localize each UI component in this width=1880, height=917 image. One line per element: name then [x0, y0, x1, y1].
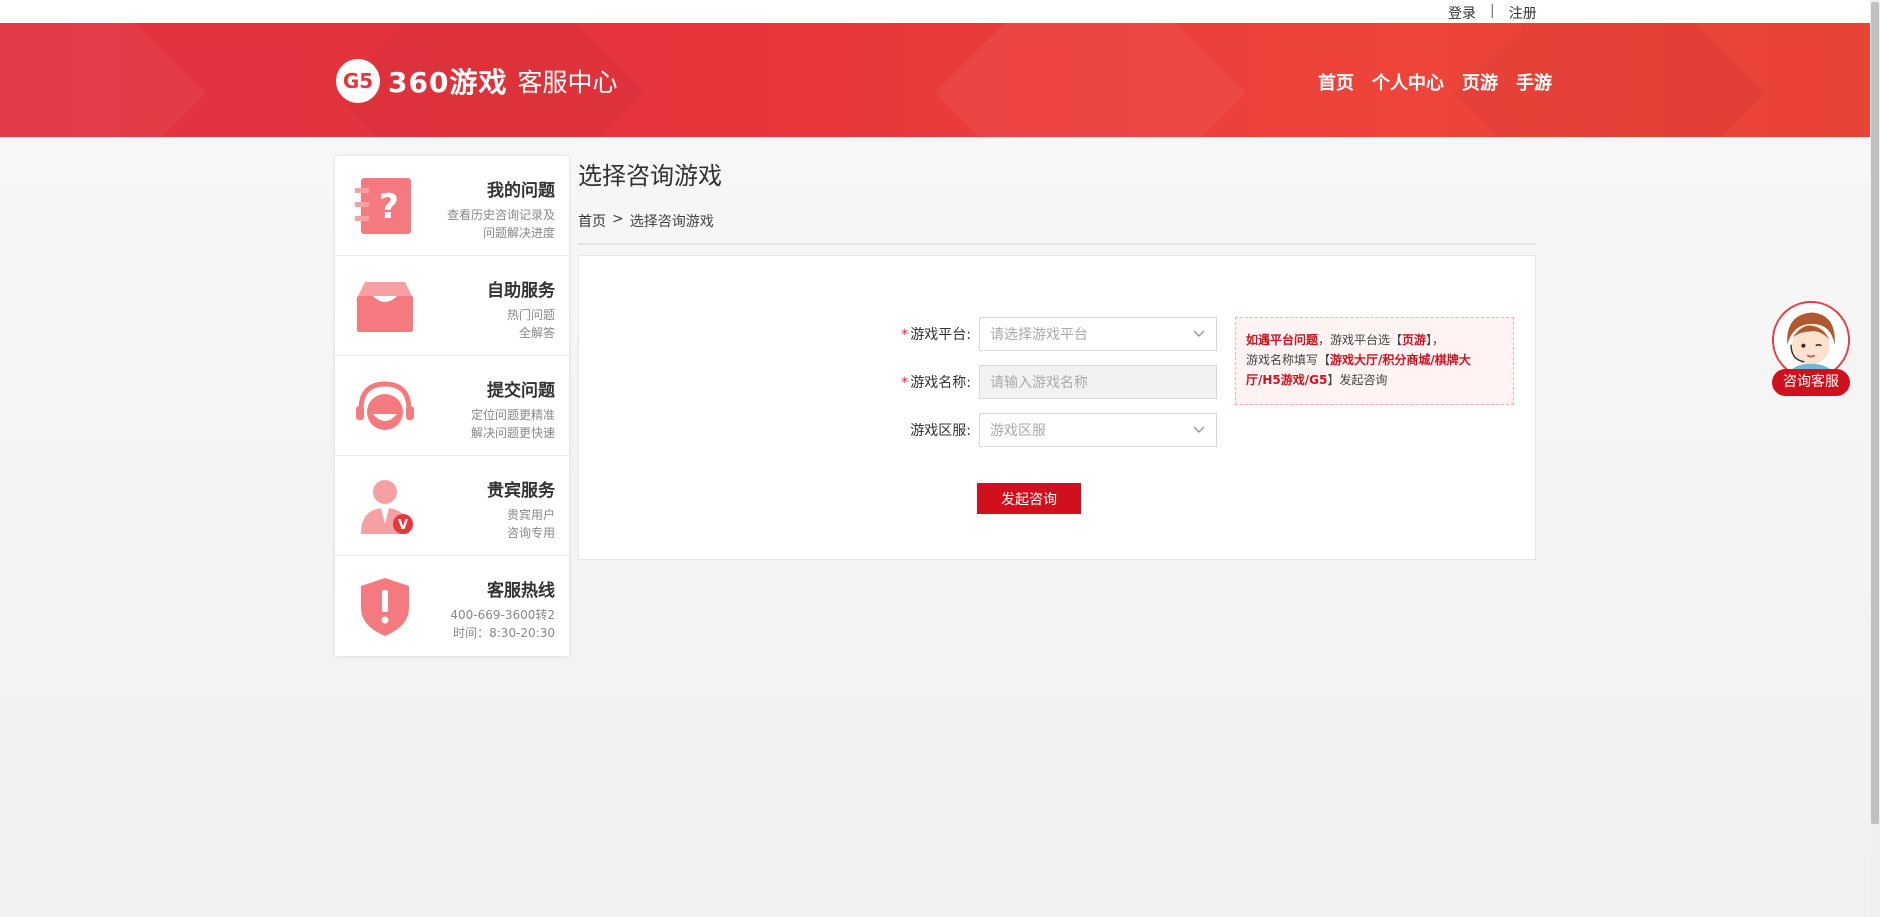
logo-brand: 360游戏: [388, 66, 508, 99]
main-content: 选择咨询游戏 首页 > 选择咨询游戏 * 游戏平台: 请选择游戏平台 * 游戏名称:…: [578, 156, 1536, 560]
headset-icon: [356, 381, 414, 430]
game-name-input[interactable]: 请输入游戏名称: [979, 365, 1217, 399]
server-select-placeholder: 游戏区服: [990, 423, 1046, 439]
nav-mobile-games[interactable]: 手游: [1516, 69, 1552, 95]
sidebar-item-desc: 定位问题更精准 解决问题更快速: [471, 406, 555, 442]
tip-text: ，游戏平台选【: [1318, 333, 1403, 347]
sidebar-item-desc-line: 解决问题更快速: [470, 426, 555, 440]
tip-highlight: 如遇平台问题: [1246, 333, 1319, 347]
divider: [578, 243, 1536, 245]
vip-user-icon: V: [361, 480, 413, 534]
game-name-label-text: 游戏名称:: [910, 375, 971, 391]
consult-service-button[interactable]: 咨询客服: [1772, 369, 1850, 396]
nav-web-games[interactable]: 页游: [1462, 69, 1498, 95]
tip-text: 】，: [1426, 333, 1445, 347]
sidebar-item-vip-service[interactable]: V 贵宾服务 贵宾用户 咨询专用: [335, 456, 569, 556]
server-select[interactable]: 游戏区服: [979, 413, 1217, 447]
floating-consult-widget[interactable]: 咨询客服: [1771, 301, 1851, 396]
sidebar-item-desc-line: 查看历史咨询记录及: [446, 208, 555, 222]
sidebar-item-title: 客服热线: [487, 581, 555, 601]
required-mark: *: [901, 327, 909, 343]
sidebar-item-desc-line: 全解答: [518, 326, 555, 340]
logo-subtitle: 客服中心: [517, 68, 618, 97]
chevron-down-icon: [1193, 330, 1205, 337]
sidebar-item-hotline[interactable]: 客服热线 400-669-3600转2 时间：8:30-20:30: [335, 556, 569, 656]
sidebar-item-my-questions[interactable]: ? 我的问题 查看历史咨询记录及 问题解决进度: [335, 156, 569, 256]
login-link[interactable]: 登录: [1448, 3, 1476, 23]
game-select-panel: * 游戏平台: 请选择游戏平台 * 游戏名称: 请输入游戏名称 游戏区服: 游戏区服: [578, 255, 1536, 560]
page-title: 选择咨询游戏: [578, 162, 722, 190]
sidebar-item-submit-question[interactable]: 提交问题 定位问题更精准 解决问题更快速: [335, 356, 569, 456]
svg-text:?: ?: [379, 187, 399, 227]
g5-logo-icon: G5: [336, 59, 380, 103]
register-link[interactable]: 注册: [1509, 3, 1537, 23]
breadcrumb-separator: >: [612, 211, 624, 227]
header-decoration: [0, 23, 206, 137]
shield-alert-icon: [361, 578, 409, 636]
game-name-input-placeholder: 请输入游戏名称: [990, 375, 1088, 391]
platform-tip: 如遇平台问题，游戏平台选【页游】， 游戏名称填写【游戏大厅/积分商城/棋牌大厅/…: [1235, 317, 1514, 405]
sidebar-item-desc-line: 定位问题更精准: [470, 408, 555, 422]
page-scrollbar[interactable]: [1870, 0, 1880, 917]
top-utility-bar: 登录 | 注册: [0, 0, 1870, 23]
sidebar-item-title: 自助服务: [487, 281, 555, 301]
main-nav: 首页 个人中心 页游 手游: [1318, 69, 1552, 95]
sidebar-item-desc-line: 400-669-3600转2: [450, 608, 555, 622]
sidebar-item-title: 我的问题: [487, 181, 555, 201]
tip-text: 游戏名称填写【: [1246, 353, 1331, 367]
auth-links: 登录 | 注册: [1448, 3, 1537, 23]
sidebar-item-desc: 400-669-3600转2 时间：8:30-20:30: [450, 606, 555, 642]
breadcrumb-home[interactable]: 首页: [578, 211, 606, 231]
sidebar-item-desc: 贵宾用户 咨询专用: [507, 506, 555, 542]
server-label: 游戏区服:: [579, 420, 979, 440]
sidebar-item-desc-line: 时间：8:30-20:30: [453, 626, 555, 640]
platform-select-placeholder: 请选择游戏平台: [990, 327, 1088, 343]
auth-separator: |: [1490, 3, 1495, 19]
nav-personal-center[interactable]: 个人中心: [1372, 69, 1444, 95]
required-mark: *: [901, 375, 909, 391]
header-decoration: [934, 23, 1246, 137]
sidebar-item-title: 提交问题: [487, 381, 555, 401]
tip-highlight: 页游: [1402, 333, 1427, 347]
sidebar-item-self-service[interactable]: 自助服务 热门问题 全解答: [335, 256, 569, 356]
server-label-text: 游戏区服:: [910, 423, 971, 439]
server-row: 游戏区服: 游戏区服: [579, 413, 1217, 447]
chevron-down-icon: [1193, 426, 1205, 433]
site-header: G5 360游戏 客服中心 首页 个人中心 页游 手游: [0, 23, 1870, 137]
game-name-row: * 游戏名称: 请输入游戏名称: [579, 365, 1217, 399]
sidebar-item-desc-line: 热门问题: [506, 308, 555, 322]
sidebar-item-desc-line: 问题解决进度: [482, 226, 555, 240]
scrollbar-thumb[interactable]: [1871, 2, 1879, 824]
breadcrumb: 首页 > 选择咨询游戏: [578, 211, 1536, 231]
platform-label: * 游戏平台:: [579, 324, 979, 344]
breadcrumb-current: 选择咨询游戏: [629, 214, 714, 230]
inbox-icon: [357, 282, 413, 332]
platform-select[interactable]: 请选择游戏平台: [979, 317, 1217, 351]
platform-label-text: 游戏平台:: [910, 327, 971, 343]
site-logo[interactable]: G5 360游戏 客服中心: [336, 59, 617, 103]
support-agent-avatar[interactable]: [1772, 301, 1850, 379]
sidebar-item-desc-line: 咨询专用: [506, 526, 555, 540]
game-name-label: * 游戏名称:: [579, 372, 979, 392]
question-book-icon: ?: [355, 178, 411, 234]
nav-home[interactable]: 首页: [1318, 69, 1354, 95]
platform-row: * 游戏平台: 请选择游戏平台: [579, 317, 1217, 351]
svg-text:V: V: [398, 518, 408, 533]
sidebar-item-desc: 查看历史咨询记录及 问题解决进度: [447, 206, 555, 242]
start-consult-button[interactable]: 发起咨询: [977, 483, 1081, 514]
sidebar-item-desc: 热门问题 全解答: [507, 306, 555, 342]
sidebar-item-desc-line: 贵宾用户: [506, 508, 555, 522]
sidebar: ? 我的问题 查看历史咨询记录及 问题解决进度 自助服务 热门问题 全解答 提交…: [335, 156, 569, 656]
support-agent-icon: [1774, 303, 1848, 377]
tip-text: 】发起咨询: [1327, 373, 1388, 387]
sidebar-item-title: 贵宾服务: [487, 481, 555, 501]
